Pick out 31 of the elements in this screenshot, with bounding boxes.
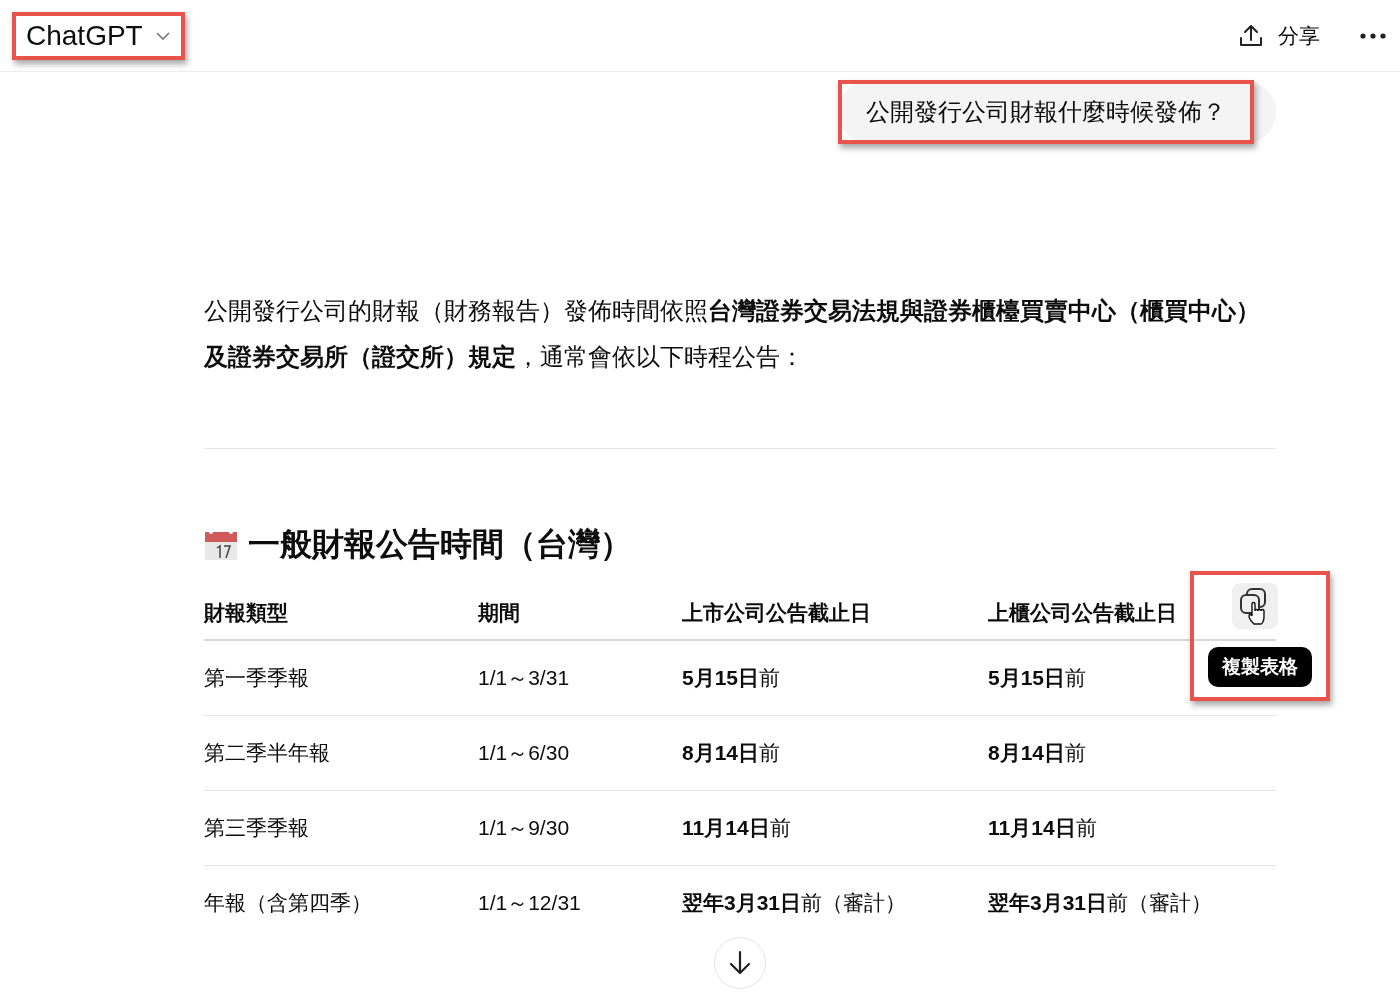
model-selector[interactable]: ChatGPT	[16, 15, 181, 56]
answer-paragraph: 公開發行公司的財報（財務報告）發佈時間依照台灣證券交易法規與證券櫃檯買賣中心（櫃買中心）及證券交易所（證交所）規定，通常會依以下時程公告：	[204, 296, 1261, 372]
copy-table-button[interactable]	[1232, 583, 1278, 629]
table-cell: 翌年3月31日前（審計）	[682, 865, 988, 940]
section-heading: 一般財報公告時間（台灣）	[248, 525, 632, 564]
arrow-down-icon	[728, 950, 752, 976]
column-header: 上市公司公告截止日	[682, 587, 988, 640]
table-cell: 1/1～12/31	[478, 865, 682, 940]
table-cell: 第三季季報	[204, 790, 478, 866]
table-cell: 第二季半年報	[204, 715, 478, 791]
table-cell: 年報（含第四季）	[204, 865, 478, 940]
user-message: 公開發行公司財報什麼時候發佈？	[865, 97, 1227, 127]
table-cell: 第一季季報	[204, 640, 478, 716]
tooltip: 複製表格	[1208, 647, 1312, 687]
table-cell: 8月14日前	[988, 715, 1276, 791]
table-cell: 翌年3月31日前（審計）	[988, 865, 1276, 940]
column-header: 期間	[478, 587, 682, 640]
table-cell: 8月14日前	[682, 715, 988, 791]
table-cell: 11月14日前	[988, 790, 1276, 866]
column-header: 財報類型	[204, 587, 478, 640]
scroll-down-button[interactable]	[714, 937, 766, 989]
share-button[interactable]: 分享	[1238, 21, 1320, 50]
more-icon[interactable]	[1360, 32, 1386, 39]
table-cell: 1/1～3/31	[478, 640, 682, 716]
chevron-down-icon	[154, 30, 171, 41]
table-cell: 5月15日前	[682, 640, 988, 716]
table-cell: 1/1～6/30	[478, 715, 682, 791]
share-icon	[1238, 22, 1264, 49]
table-cell: 11月14日前	[682, 790, 988, 866]
table-cell: 1/1～9/30	[478, 790, 682, 866]
calendar-icon	[204, 529, 238, 561]
